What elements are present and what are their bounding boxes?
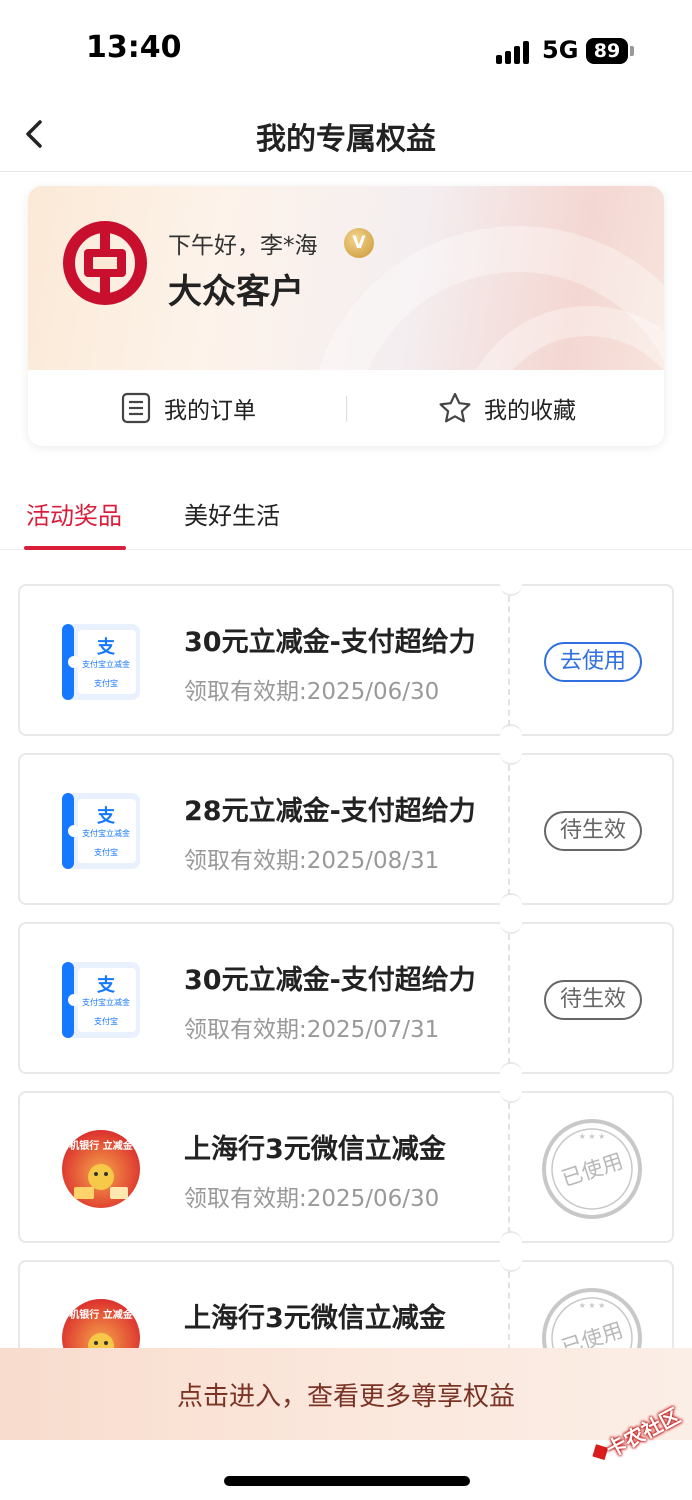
pending-status-badge: 待生效 bbox=[544, 980, 642, 1020]
svg-text:行手机银行 立减金领取: 行手机银行 立减金领取 bbox=[60, 1139, 142, 1152]
svg-text:支: 支 bbox=[96, 636, 116, 658]
status-time: 13:40 bbox=[86, 30, 182, 65]
notch bbox=[500, 574, 522, 596]
used-stamp-icon: 已使用 ★ ★ ★ bbox=[542, 1119, 642, 1219]
coupon-title: 28元立减金-支付超给力 bbox=[184, 796, 476, 827]
tab-activity-prizes[interactable]: 活动奖品 bbox=[26, 496, 122, 531]
coupon-title: 上海行3元微信立减金 bbox=[184, 1134, 446, 1165]
more-benefits-banner[interactable]: 点击进入，查看更多尊享权益 bbox=[0, 1348, 692, 1440]
active-tab-indicator bbox=[24, 546, 126, 550]
coupon-divider bbox=[508, 1103, 510, 1233]
alipay-coupon-thumbnail-icon: 支 支付宝立减金 支付宝 bbox=[62, 624, 140, 700]
svg-text:★ ★ ★: ★ ★ ★ bbox=[579, 1301, 606, 1310]
coupon-divider bbox=[508, 934, 510, 1064]
alipay-coupon-thumbnail-icon: 支 支付宝立减金 支付宝 bbox=[62, 962, 140, 1038]
notch bbox=[500, 1081, 522, 1103]
home-indicator[interactable] bbox=[224, 1476, 470, 1486]
svg-text:★ ★ ★: ★ ★ ★ bbox=[579, 1132, 606, 1141]
tab-good-life[interactable]: 美好生活 bbox=[184, 496, 280, 531]
coupon-title: 30元立减金-支付超给力 bbox=[184, 627, 476, 658]
profile-banner: 下午好，李*海 V 大众客户 bbox=[28, 186, 664, 370]
vip-badge-icon: V bbox=[344, 228, 374, 258]
profile-actions: 我的订单 我的收藏 bbox=[28, 370, 664, 446]
svg-text:支付宝: 支付宝 bbox=[94, 678, 118, 688]
divider bbox=[346, 396, 347, 422]
customer-level: 大众客户 bbox=[168, 272, 304, 312]
notch bbox=[500, 743, 522, 765]
page-title: 我的专属权益 bbox=[256, 122, 436, 157]
coupon-card[interactable]: 行手机银行 立减金领取 上海行3元微信立减金 领取有效期:2025/06/30 … bbox=[18, 1081, 674, 1253]
pending-status-badge: 待生效 bbox=[544, 811, 642, 851]
alipay-coupon-thumbnail-icon: 支 支付宝立减金 支付宝 bbox=[62, 793, 140, 869]
greeting-text: 下午好，李*海 bbox=[168, 233, 318, 259]
star-icon bbox=[439, 392, 471, 423]
order-list-icon bbox=[121, 392, 151, 424]
tab-bar: 活动奖品 美好生活 bbox=[0, 476, 692, 550]
svg-text:支付宝: 支付宝 bbox=[94, 847, 118, 857]
my-favorites-label: 我的收藏 bbox=[484, 398, 576, 424]
coupon-card[interactable]: 支 支付宝立减金 支付宝 28元立减金-支付超给力 领取有效期:2025/08/… bbox=[18, 743, 674, 915]
svg-text:支付宝立减金: 支付宝立减金 bbox=[82, 659, 130, 669]
status-bar: 13:40 5G 89 bbox=[0, 0, 692, 100]
signal-icon bbox=[496, 38, 536, 64]
coupon-date: 领取有效期:2025/06/30 bbox=[184, 1186, 440, 1212]
my-orders-label: 我的订单 bbox=[164, 398, 256, 424]
svg-text:支付宝: 支付宝 bbox=[94, 1016, 118, 1026]
svg-text:支: 支 bbox=[96, 974, 116, 996]
notch bbox=[500, 912, 522, 934]
my-orders-button[interactable]: 我的订单 bbox=[120, 370, 256, 446]
use-coupon-button[interactable]: 去使用 bbox=[544, 642, 642, 682]
coupon-card[interactable]: 支 支付宝立减金 支付宝 30元立减金-支付超给力 领取有效期:2025/06/… bbox=[18, 574, 674, 746]
coupon-date: 领取有效期:2025/06/30 bbox=[184, 679, 440, 705]
battery-tip bbox=[630, 46, 634, 56]
svg-text:已使用: 已使用 bbox=[559, 1149, 626, 1191]
my-favorites-button[interactable]: 我的收藏 bbox=[438, 370, 576, 446]
wechat-coupon-thumbnail-icon: 行手机银行 立减金领取 bbox=[60, 1130, 142, 1208]
coupon-title: 30元立减金-支付超给力 bbox=[184, 965, 476, 996]
coupon-card[interactable]: 支 支付宝立减金 支付宝 30元立减金-支付超给力 领取有效期:2025/07/… bbox=[18, 912, 674, 1084]
coupon-date: 领取有效期:2025/08/31 bbox=[184, 848, 440, 874]
svg-text:支: 支 bbox=[96, 805, 116, 827]
battery-icon: 89 bbox=[586, 38, 628, 64]
notch bbox=[500, 1250, 522, 1272]
svg-text:支付宝立减金: 支付宝立减金 bbox=[82, 828, 130, 838]
bank-of-china-logo-icon bbox=[63, 221, 147, 305]
svg-text:支付宝立减金: 支付宝立减金 bbox=[82, 997, 130, 1007]
banner-text: 点击进入，查看更多尊享权益 bbox=[176, 1382, 515, 1412]
profile-card: 下午好，李*海 V 大众客户 我的订单 我的收藏 bbox=[28, 186, 664, 446]
coupon-date: 领取有效期:2025/07/31 bbox=[184, 1017, 440, 1043]
coupon-title: 上海行3元微信立减金 bbox=[184, 1303, 446, 1334]
svg-text:行手机银行 立减金领取: 行手机银行 立减金领取 bbox=[60, 1308, 142, 1321]
coupon-divider bbox=[508, 596, 510, 726]
coupon-divider bbox=[508, 765, 510, 895]
network-type: 5G bbox=[542, 36, 579, 64]
nav-header: 我的专属权益 bbox=[0, 100, 692, 172]
